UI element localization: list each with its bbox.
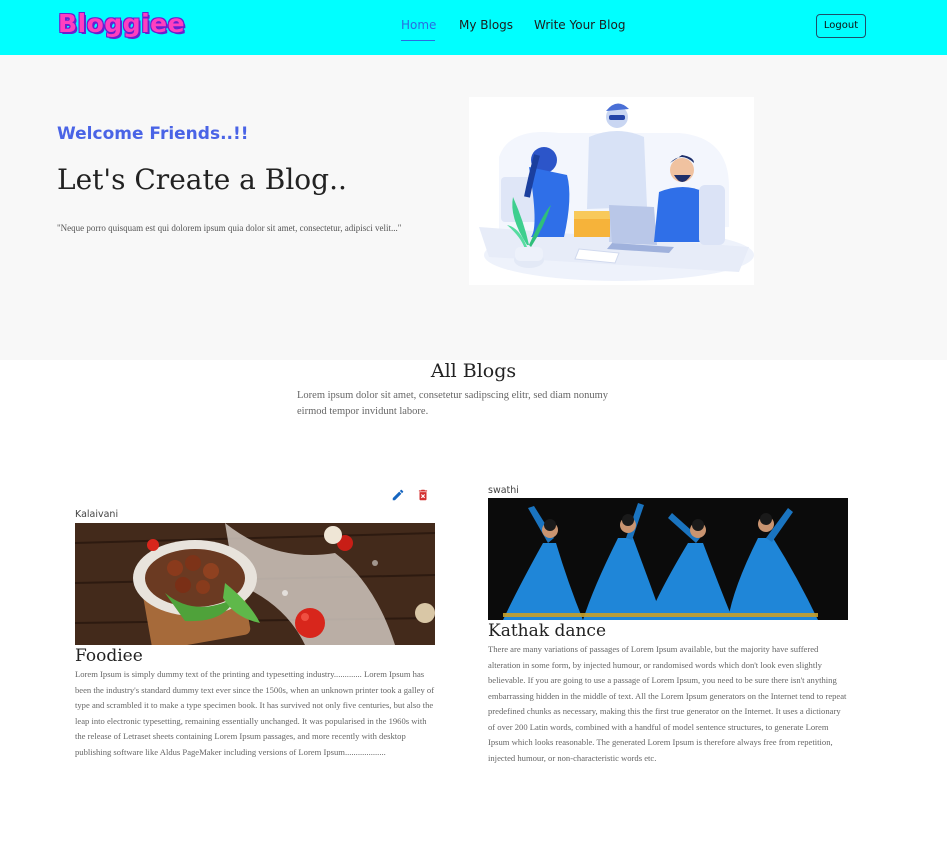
hero-section: Welcome Friends..!! Let's Create a Blog.… [0,55,947,360]
blog-image[interactable] [488,498,848,620]
blog-title[interactable]: Foodiee [75,646,143,666]
hero-quote: "Neque porro quisquam est qui dolorem ip… [57,223,402,233]
hero-illustration [469,97,754,285]
blog-card: swathi Kathak dance There are many varia… [488,484,848,784]
site-logo[interactable]: Bloggiee [58,9,185,38]
blog-image[interactable] [75,523,435,645]
edit-icon[interactable] [391,488,405,502]
nav-write-your-blog[interactable]: Write Your Blog [534,18,625,32]
nav-my-blogs[interactable]: My Blogs [459,18,513,32]
delete-icon[interactable] [416,488,430,502]
blog-author: swathi [488,485,519,496]
all-blogs-description: Lorem ipsum dolor sit amet, consetetur s… [297,390,609,417]
team-illustration-icon [479,103,754,281]
blog-author: Kalaivani [75,509,119,520]
food-image-icon [75,523,435,645]
blog-card: Kalaivani Foodiee Lorem Ipsum is simply … [75,488,435,788]
hero-welcome: Welcome Friends..!! [57,124,249,144]
blog-description: There are many variations of passages of… [488,644,847,763]
blog-description: Lorem Ipsum is simply dummy text of the … [75,669,435,757]
logout-button[interactable]: Logout [816,14,866,38]
nav-active-underline [401,40,435,41]
all-blogs-title: All Blogs [430,360,517,382]
dance-image-icon [488,498,848,620]
blog-title[interactable]: Kathak dance [488,621,606,641]
hero-title: Let's Create a Blog.. [57,163,347,196]
navbar: Bloggiee Home My Blogs Write Your Blog L… [0,0,947,55]
nav-home[interactable]: Home [401,18,436,32]
